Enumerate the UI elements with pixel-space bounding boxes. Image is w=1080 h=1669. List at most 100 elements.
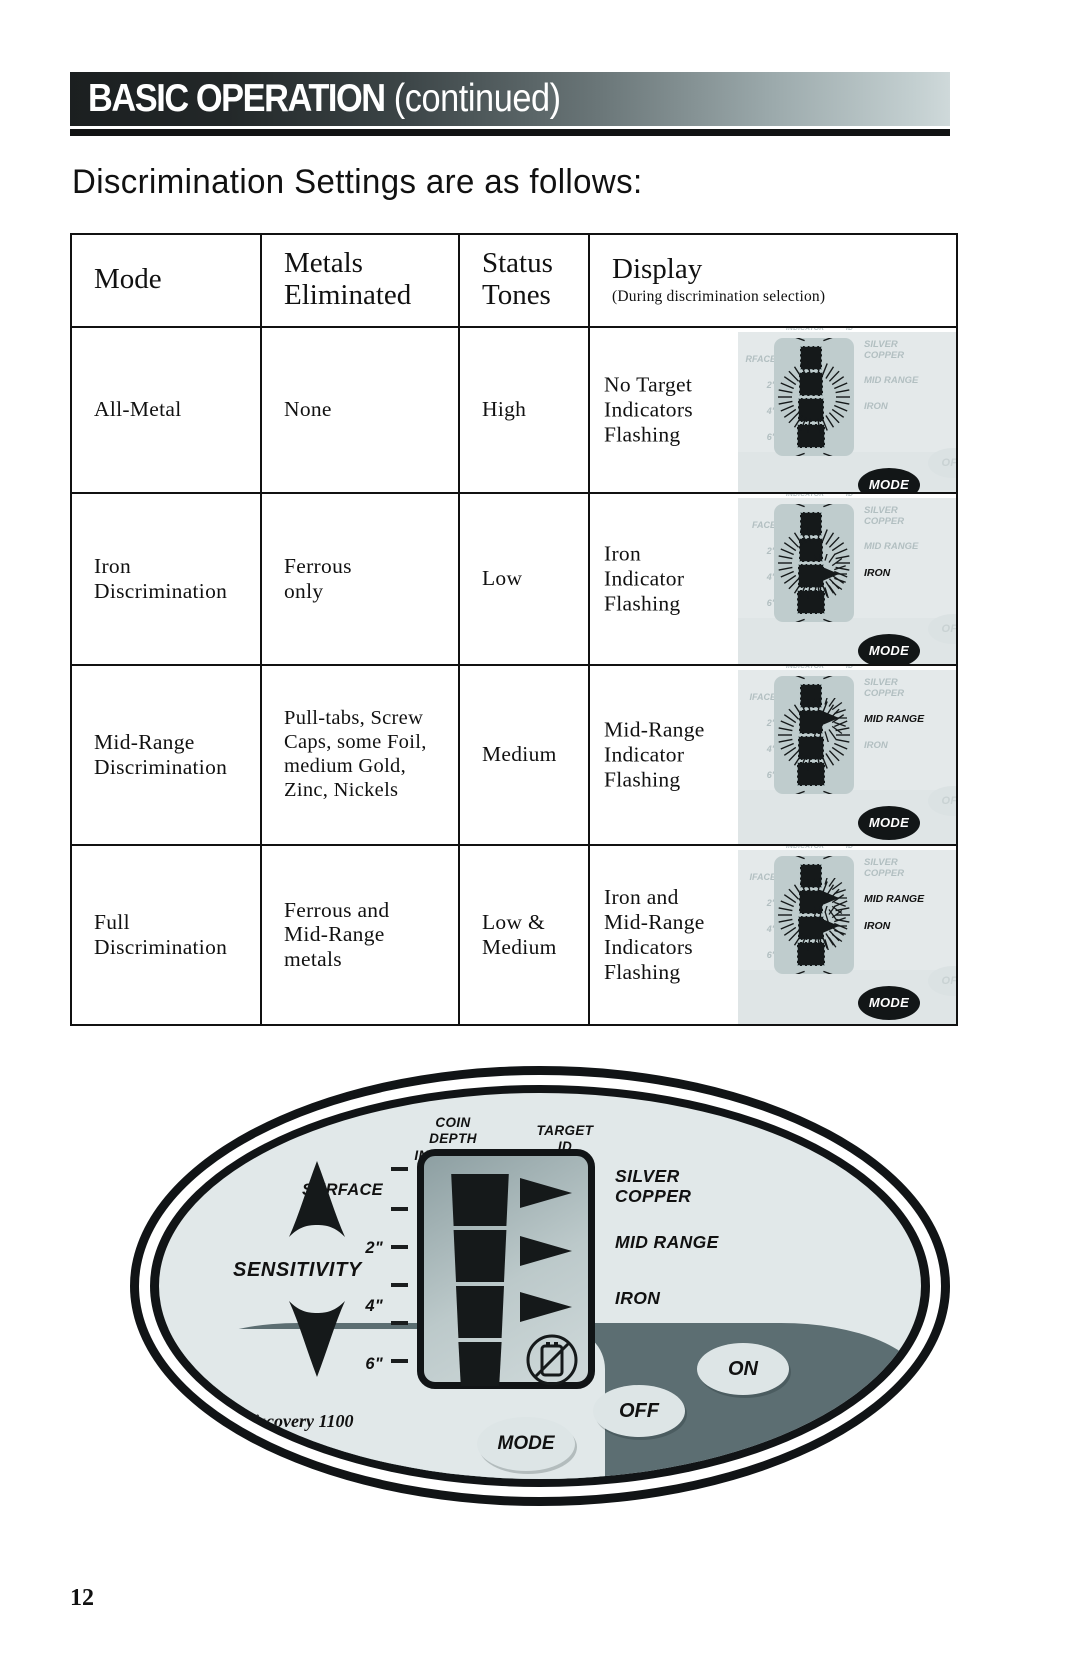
mini-control-panel-graphic: INDICATOR ID FACE 2" 4" 6" SILVER COPPER MID RAN… — [738, 493, 955, 663]
cell-tones: High — [458, 325, 590, 494]
mini-depth-bar-0 — [800, 345, 822, 370]
mini-coin-depth-indicator-label: INDICATOR — [786, 493, 825, 498]
manual-page: BASIC OPERATION (continued) Discriminati… — [0, 0, 1080, 1669]
mini-depth-label-0: IFACE — [749, 871, 776, 882]
mini-depth-label-2: 4" — [766, 923, 776, 934]
mini-depth-bar-0 — [800, 683, 822, 708]
mini-depth-label-1: 2" — [766, 379, 776, 390]
mini-depth-bar-1 — [799, 371, 823, 396]
target-arrow-mid-range — [520, 1236, 572, 1266]
mini-depth-bar-2 — [798, 735, 824, 760]
cell-mode-text: Full Discrimination — [94, 910, 228, 959]
mini-depth-bar-1 — [799, 537, 823, 562]
mini-depth-bar-3 — [797, 423, 825, 448]
cell-tones: Medium — [458, 663, 590, 846]
cell-mode-text: Mid-Range Discrimination — [94, 730, 228, 779]
cell-tones: Low — [458, 491, 590, 666]
model-label: Discovery 1100 — [241, 1411, 354, 1431]
target-label-silver: SILVER — [615, 1166, 680, 1186]
depth-bar-6in — [458, 1342, 502, 1386]
table-header-row: Mode Metals Eliminated Status Tones Disp… — [70, 233, 958, 328]
cell-metals: Ferrous only — [260, 491, 460, 666]
col-header-metals: Metals Eliminated — [260, 233, 460, 328]
mini-depth-label-3: 6" — [766, 431, 776, 442]
mini-target-id-label: ID — [846, 493, 854, 498]
cell-display: Iron and Mid-Range Indicators Flashing INDI… — [588, 843, 958, 1026]
target-label-mid-range: MID RANGE — [615, 1232, 719, 1252]
mini-target-arrow-mid-range — [820, 889, 839, 906]
mini-target-label-mid-range: MID RANGE — [864, 541, 919, 553]
mini-target-label-iron: IRON — [864, 566, 891, 579]
cell-metals-text: Ferrous only — [284, 554, 352, 603]
mini-depth-label-1: 2" — [766, 897, 776, 908]
page-header: BASIC OPERATION (continued) — [70, 72, 950, 140]
mini-target-label-silver-copper: SILVER COPPER — [864, 504, 905, 527]
mini-target-arrow-iron — [820, 917, 839, 934]
col-header-tones-line1: Status — [482, 247, 553, 279]
mini-coin-depth-indicator-label: INDICATOR — [786, 845, 825, 850]
page-title-light: (continued) — [384, 77, 561, 120]
coin-depth-l1: COIN — [435, 1115, 471, 1130]
target-label-iron: IRON — [615, 1288, 661, 1308]
mini-target-labels: SILVER COPPER MID RANGE IRON — [864, 338, 918, 428]
col-header-display-sub: (During discrimination selection) — [612, 287, 826, 305]
mini-depth-label-2: 4" — [766, 405, 776, 416]
mini-depth-label-2: 4" — [766, 743, 776, 754]
depth-tick-4 — [391, 1321, 408, 1325]
off-button[interactable]: OFF — [593, 1385, 685, 1437]
mini-lcd-screen — [774, 503, 854, 622]
discrimination-settings-table: Mode Metals Eliminated Status Tones Disp… — [70, 233, 958, 1026]
mini-lcd-screen — [774, 675, 854, 794]
col-header-display: Display (During discrimination selection… — [588, 233, 958, 328]
mini-depth-labels: IFACE 2" 4" 6" — [738, 864, 776, 968]
low-battery-icon — [526, 1334, 578, 1386]
col-header-metals-line1: Metals — [284, 247, 363, 279]
sensitivity-up-arrow-icon[interactable] — [283, 1159, 351, 1245]
mini-panel-keypad — [738, 969, 955, 1023]
mini-depth-bar-0 — [800, 511, 822, 536]
mini-target-label-mid-range: MID RANGE — [864, 893, 925, 906]
mini-panel-keypad — [738, 617, 955, 663]
on-button[interactable]: ON — [697, 1343, 789, 1395]
mini-depth-label-0: RFACE — [745, 353, 776, 364]
mini-lcd-screen — [774, 855, 854, 974]
mini-coin-depth-indicator-label: INDICATOR — [786, 327, 825, 332]
mini-mode-button[interactable]: MODE — [858, 985, 920, 1020]
header-rule — [70, 127, 950, 136]
mini-depth-label-0: IFACE — [749, 691, 776, 702]
control-panel-diagram: COIN DEPTH INDICATOR TARGET ID — [130, 1066, 950, 1506]
mini-depth-label-2: 4" — [766, 571, 776, 582]
mini-depth-bar-3 — [797, 941, 825, 966]
mini-mode-button[interactable]: MODE — [858, 633, 920, 663]
col-header-metals-line2: Eliminated — [284, 279, 412, 312]
cell-tones-text: Low — [482, 566, 523, 591]
cell-mode-text: Iron Discrimination — [94, 554, 228, 603]
mini-depth-label-0: FACE — [751, 519, 776, 530]
mini-depth-labels: RFACE 2" 4" 6" — [738, 346, 776, 450]
target-arrow-silver-copper — [520, 1178, 572, 1208]
table-row: Full Discrimination Ferrous and Mid-Range m… — [70, 843, 958, 1026]
mini-target-label-iron: IRON — [864, 400, 888, 412]
cell-display-text: No Target Indicators Flashing — [604, 372, 693, 447]
sensitivity-down-arrow-icon[interactable] — [283, 1293, 351, 1379]
panel-face: COIN DEPTH INDICATOR TARGET ID — [159, 1093, 921, 1479]
mini-depth-bar-3 — [797, 761, 825, 786]
lcd-screen — [417, 1149, 595, 1389]
mini-coin-depth-indicator-label: INDICATOR — [786, 665, 825, 670]
cell-mode: Iron Discrimination — [70, 491, 262, 666]
cell-mode: Full Discrimination — [70, 843, 262, 1026]
mini-target-labels: SILVER COPPER MID RANGE IRON — [864, 677, 924, 767]
mini-target-labels: SILVER COPPER MID RANGE IRON — [864, 856, 925, 948]
mini-target-label-silver-copper: SILVER COPPER — [864, 338, 905, 361]
mini-target-arrow-iron — [820, 565, 839, 582]
mini-depth-bar-3 — [797, 589, 825, 614]
col-header-tones: Status Tones — [458, 233, 590, 328]
mini-target-label-silver-copper: SILVER COPPER — [864, 856, 905, 879]
depth-tick-3 — [391, 1283, 408, 1287]
col-header-mode: Mode — [70, 233, 262, 328]
table-row: Mid-Range Discrimination Pull-tabs, Screw… — [70, 663, 958, 846]
mini-mode-button[interactable]: MODE — [858, 805, 920, 840]
mode-button[interactable]: MODE — [477, 1417, 575, 1471]
cell-mode-text: All-Metal — [94, 397, 182, 422]
cell-metals: None — [260, 325, 460, 494]
